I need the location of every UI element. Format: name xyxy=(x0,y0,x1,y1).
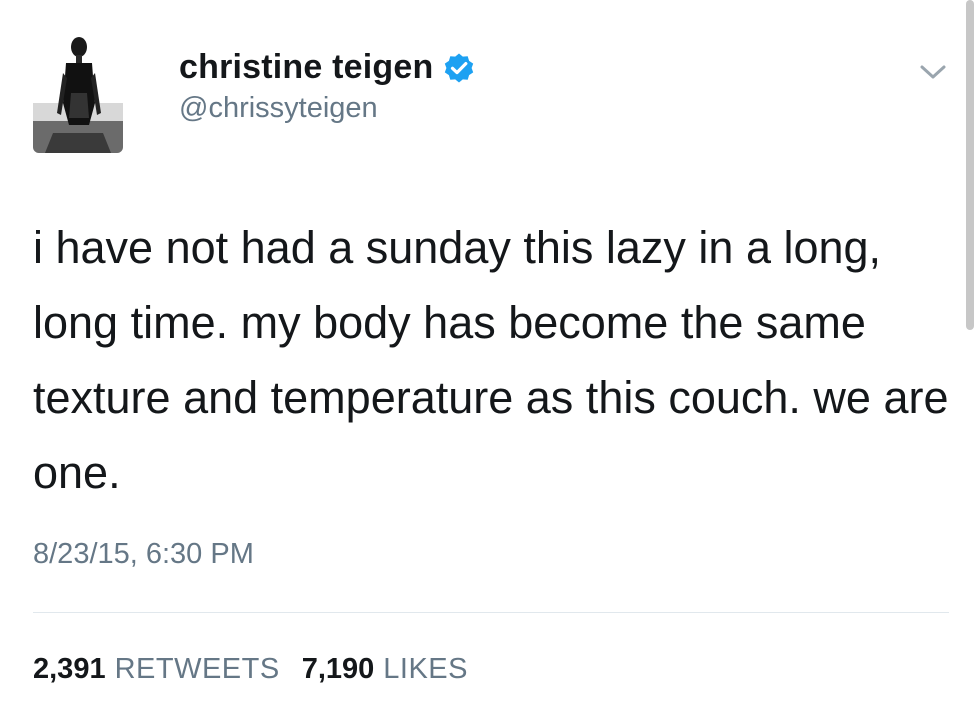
divider xyxy=(33,612,949,613)
retweets-stat[interactable]: 2,391 RETWEETS xyxy=(33,653,280,686)
display-name[interactable]: christine teigen xyxy=(179,48,433,87)
verified-badge-icon xyxy=(445,53,474,82)
tweet-text: i have not had a sunday this lazy in a l… xyxy=(33,222,949,498)
timestamp[interactable]: 8/23/15, 6:30 PM xyxy=(33,538,254,571)
scrollbar[interactable] xyxy=(966,0,974,330)
avatar-photo xyxy=(33,33,123,153)
avatar[interactable] xyxy=(33,33,123,153)
retweets-count: 2,391 xyxy=(33,653,106,685)
handle[interactable]: @chrissyteigen xyxy=(179,92,378,125)
stats-row: 2,391 RETWEETS 7,190 LIKES xyxy=(33,653,468,686)
likes-count: 7,190 xyxy=(301,653,375,685)
retweets-label: RETWEETS xyxy=(114,653,280,685)
likes-stat[interactable]: 7,190 LIKES xyxy=(302,653,468,686)
likes-label: LIKES xyxy=(383,653,468,685)
chevron-down-icon[interactable] xyxy=(919,62,947,82)
author-row: christine teigen xyxy=(179,48,475,87)
tweet-card: christine teigen @chrissyteigen i have n… xyxy=(0,0,980,725)
